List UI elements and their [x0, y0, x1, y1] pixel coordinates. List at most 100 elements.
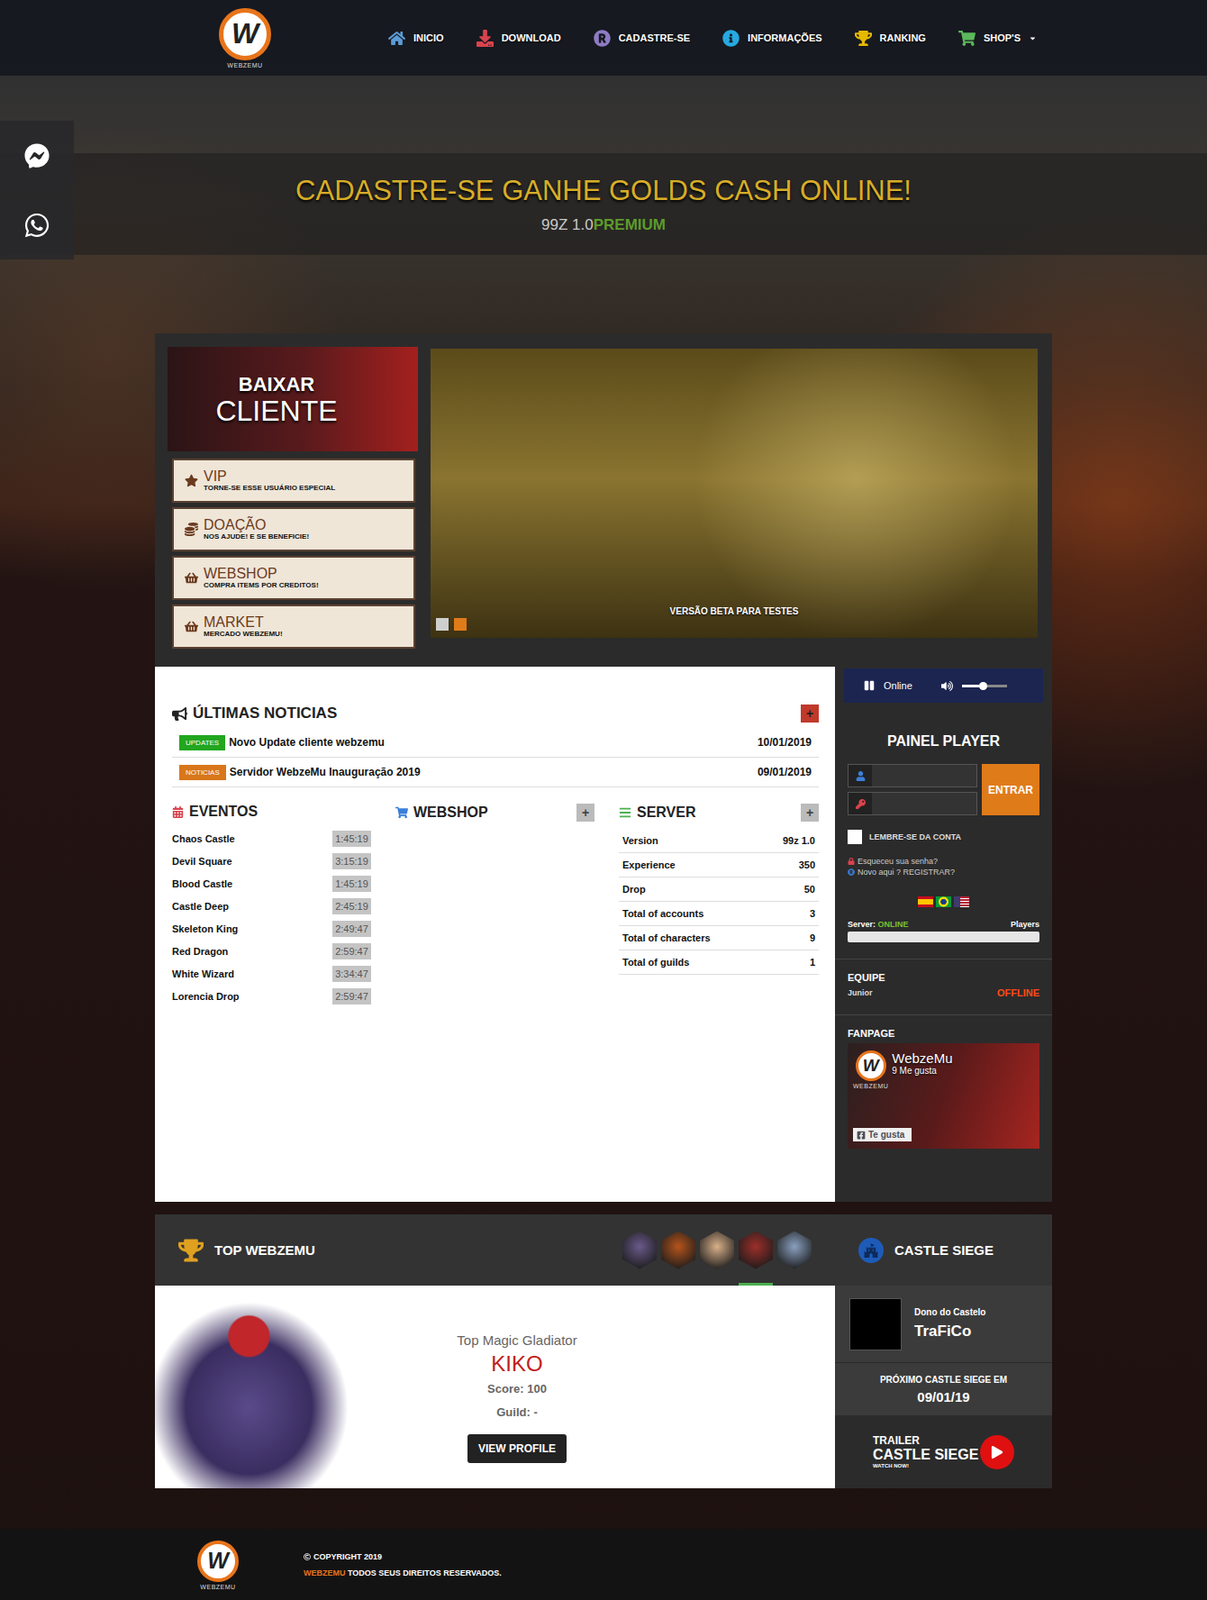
username-field[interactable] [847, 763, 978, 788]
nav-item[interactable]: SHOP'S [958, 29, 1037, 47]
cart-icon [958, 29, 976, 47]
nav-item[interactable]: RANKING [854, 29, 926, 47]
webshop-header: WEBSHOP+ [395, 803, 595, 822]
side-button[interactable]: WEBSHOPCOMPRA ITEMS POR CREDITOS! [172, 555, 416, 600]
owner-label: Dono do Castelo [914, 1306, 986, 1317]
side-button-title: DOAÇÃO [203, 517, 309, 533]
event-time: 3:34:47 [332, 965, 372, 982]
castle-title: CASTLE SIEGE [894, 1242, 994, 1258]
event-row: Blood Castle1:45:19 [172, 871, 372, 895]
social-bar [0, 120, 74, 260]
download-banner[interactable]: BAIXARCLIENTE [167, 346, 418, 452]
hero-subtitle: 99Z 1.0PREMIUM [541, 216, 666, 235]
logo-caption: WEBZEMU [199, 1583, 236, 1590]
event-row: Devil Square3:15:19 [172, 849, 372, 872]
login-title: PAINEL PLAYER [847, 733, 1040, 750]
forgot-link[interactable]: Esqueceu sua senha? [847, 856, 1040, 866]
webshop: WEBSHOP+ [395, 803, 595, 1008]
spain-flag-icon[interactable] [917, 896, 934, 908]
class-tab[interactable] [699, 1214, 735, 1286]
password-field[interactable] [847, 791, 978, 816]
volume-slider[interactable] [961, 684, 1008, 688]
logo[interactable]: WWEBZEMU [197, 1540, 239, 1590]
logo[interactable]: WWEBZEMU [218, 8, 272, 69]
username-input[interactable] [871, 764, 977, 787]
logo[interactable]: WWEBZEMU [853, 1050, 889, 1090]
info-icon [722, 29, 740, 47]
nav-item[interactable]: INICIO [388, 29, 445, 47]
login-form: ENTRAR [847, 763, 1040, 816]
team-member: JuniorOFFLINE [847, 987, 1040, 999]
event-time: 2:59:47 [332, 943, 372, 960]
server-row: Total of accounts3 [618, 901, 819, 926]
event-row: Chaos Castle1:45:19 [172, 826, 372, 850]
news-row[interactable]: UPDATESNovo Update cliente webzemu10/01/… [172, 727, 819, 758]
slider[interactable]: VERSÃO BETA PARA TESTES [430, 348, 1038, 638]
nav-item[interactable]: INFORMAÇÕES [722, 29, 823, 47]
top-section: TOP WEBZEMU CASTLE SIEGE Top Magic Gladiat… [154, 1214, 1053, 1489]
event-row: Red Dragon2:59:47 [172, 939, 372, 962]
view-profile-button[interactable]: VIEW PROFILE [467, 1433, 567, 1463]
news-date: 10/01/2019 [757, 735, 812, 749]
checkbox[interactable] [847, 829, 863, 844]
register-link[interactable]: Novo aqui ? REGISTRAR? [847, 867, 1040, 877]
top-label: Top Magic Gladiator [456, 1332, 577, 1348]
class-tab[interactable] [738, 1214, 773, 1286]
event-time: 2:49:47 [332, 920, 372, 937]
server-more-button[interactable]: + [800, 803, 819, 822]
slider-dot[interactable] [453, 617, 467, 631]
news-title-text: Novo Update cliente webzemu [228, 735, 754, 749]
side-button[interactable]: DOAÇÃONOS AJUDE! E SE BENEFICIE! [172, 507, 416, 552]
whatsapp-link[interactable] [0, 190, 74, 260]
nav-item[interactable]: DOWNLOAD [476, 29, 562, 47]
logo-mark: W [218, 8, 272, 61]
class-avatar-icon [738, 1231, 773, 1270]
event-time: 3:15:19 [332, 853, 372, 870]
hero-title: CADASTRE-SE GANHE GOLDS CASH ONLINE! [295, 174, 912, 208]
key-icon [855, 798, 866, 809]
page: WWEBZEMUINICIODOWNLOADCADASTRE-SEINFORMA… [0, 0, 1207, 1600]
volume-icon[interactable] [941, 680, 953, 692]
trailer-link[interactable]: TRAILERCASTLE SIEGEWATCH NOW! [834, 1415, 1053, 1489]
server-row: Total of characters9 [618, 925, 819, 951]
copyright: COPYRIGHT 2019 [303, 1551, 502, 1561]
fanpage-widget[interactable]: WWEBZEMUWebzeMu9 Me gustaTe gusta [847, 1043, 1040, 1149]
next-siege-date: 09/01/19 [916, 1388, 970, 1405]
top-title: TOP WEBZEMU [214, 1242, 316, 1258]
remember-checkbox[interactable]: LEMBRE-SE DA CONTA [847, 829, 1040, 844]
guild-mark [849, 1297, 902, 1351]
side-button[interactable]: MARKETMERCADO WEBZEMU! [172, 604, 416, 649]
class-tab[interactable] [622, 1214, 657, 1286]
password-input[interactable] [871, 792, 977, 815]
logo-mark: W [855, 1050, 887, 1081]
nav-item[interactable]: CADASTRE-SE [593, 29, 690, 47]
usa-flag-icon[interactable] [953, 896, 970, 908]
side-button[interactable]: VIPTORNE-SE ESSE USUÁRIO ESPECIAL [172, 458, 416, 503]
castle-icon [863, 1243, 879, 1258]
event-time: 2:59:47 [332, 988, 372, 1005]
slider-dot[interactable] [435, 617, 449, 631]
news-row[interactable]: NOTICIASServidor WebzeMu Inauguração 201… [172, 757, 819, 788]
registered-icon [847, 868, 855, 876]
main: BAIXARCLIENTE VIPTORNE-SE ESSE USUÁRIO ES… [154, 333, 1053, 1489]
login-button[interactable]: ENTRAR [981, 763, 1040, 816]
brazil-flag-icon[interactable] [935, 896, 952, 908]
megaphone-icon [172, 706, 188, 722]
news-more-button[interactable]: + [800, 704, 819, 723]
owner-name: TraFiCo [914, 1322, 986, 1341]
webshop-more-button[interactable]: + [576, 803, 595, 822]
event-time: 1:45:19 [332, 875, 372, 892]
class-tab[interactable] [661, 1214, 696, 1286]
volume-knob[interactable] [979, 681, 988, 690]
class-tab[interactable] [777, 1214, 812, 1286]
team: EQUIPEJuniorOFFLINE [834, 971, 1053, 999]
header: WWEBZEMU INICIO DOWNLOAD CADASTRE-SE INFORMA… [0, 0, 1207, 76]
footer: WWEBZEMUCOPYRIGHT 2019WEBZEMU TODOS SEUS… [0, 1528, 1207, 1600]
like-button[interactable]: Te gusta [853, 1127, 912, 1142]
messenger-link[interactable] [0, 120, 74, 191]
events-header: EVENTOS [172, 803, 372, 820]
pause-icon[interactable] [863, 680, 875, 691]
user-icon [855, 771, 866, 781]
content: ÚLTIMAS NOTICIAS+UPDATESNovo Update clie… [154, 666, 835, 1202]
coin-icon [184, 522, 199, 536]
